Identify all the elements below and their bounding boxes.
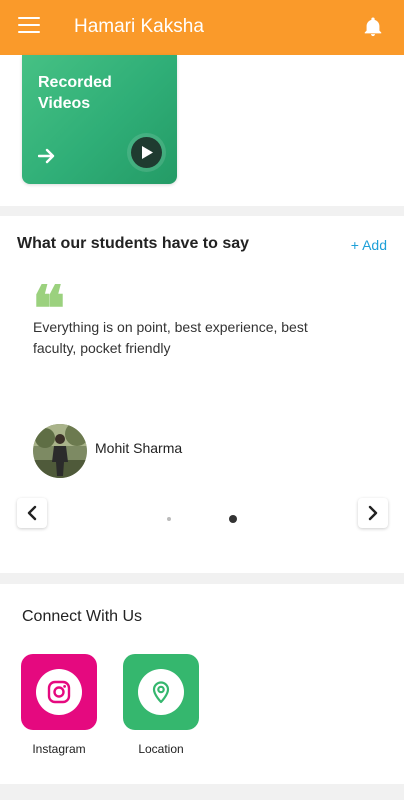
testimonials-heading: What our students have to say <box>17 235 250 252</box>
menu-icon[interactable] <box>18 17 40 35</box>
instagram-button[interactable] <box>21 654 97 730</box>
pager-dot-1[interactable] <box>167 517 171 521</box>
bell-icon[interactable] <box>362 15 384 39</box>
chevron-right-icon <box>368 505 378 521</box>
recorded-videos-card[interactable]: Recorded Videos <box>22 55 177 184</box>
next-button[interactable] <box>358 498 388 528</box>
chevron-left-icon <box>27 505 37 521</box>
instagram-label: Instagram <box>32 742 86 756</box>
pager-dot-2-active[interactable] <box>229 515 237 523</box>
testimonial-text: Everything is on point, best experience,… <box>33 319 308 356</box>
location-icon-circle <box>138 669 184 715</box>
location-pin-icon <box>152 681 170 704</box>
app-bar: Hamari Kaksha <box>0 0 404 55</box>
arrow-right-icon <box>38 148 55 164</box>
student-name: Mohit Sharma <box>95 440 183 456</box>
add-testimonial-link[interactable]: + Add <box>351 237 387 253</box>
location-button[interactable] <box>123 654 199 730</box>
instagram-icon-circle <box>36 669 82 715</box>
app-title: Hamari Kaksha <box>74 16 204 37</box>
quick-links-section: Recorded Videos <box>0 55 404 206</box>
previous-button[interactable] <box>17 498 47 528</box>
instagram-icon <box>47 680 71 704</box>
connect-section: Connect With Us Instagram Location <box>0 584 404 784</box>
connect-heading: Connect With Us <box>22 608 143 625</box>
play-icon[interactable] <box>131 137 162 168</box>
recorded-videos-label: Recorded Videos <box>38 74 112 112</box>
student-avatar <box>33 424 87 478</box>
location-label: Location <box>138 742 184 756</box>
testimonials-section: What our students have to say + Add ❝ Ev… <box>0 216 404 573</box>
